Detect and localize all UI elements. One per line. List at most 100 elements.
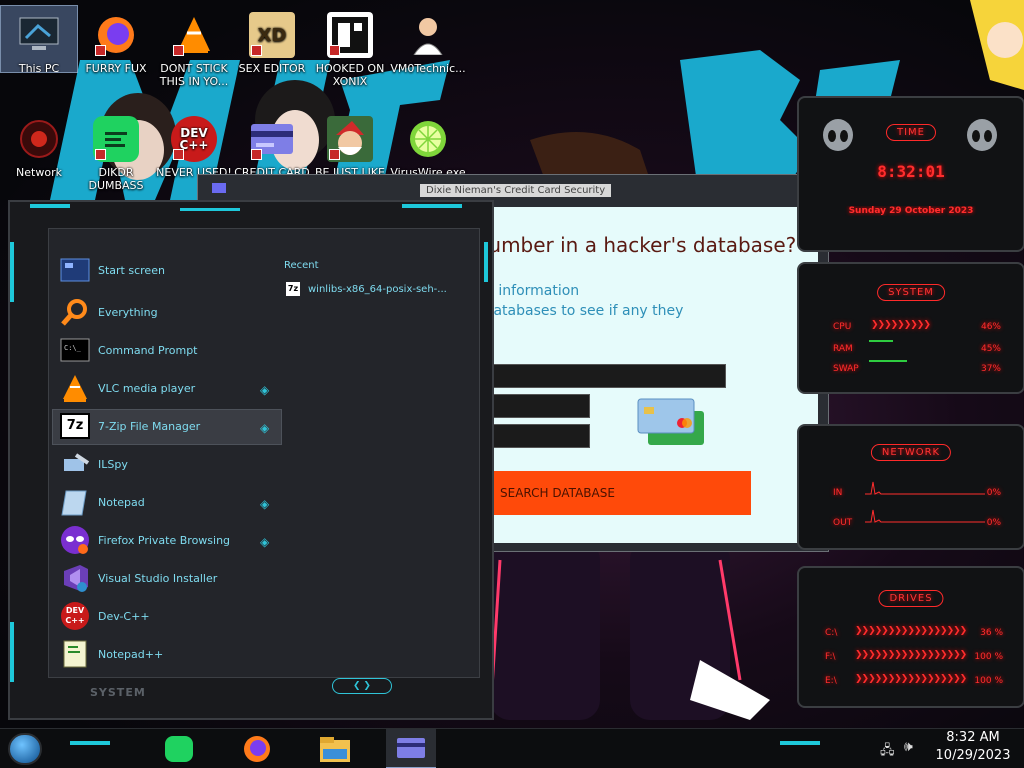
start-menu: Recent 7z winlibs-x86_64-posix-seh-... S… <box>8 200 494 720</box>
chat-icon <box>93 116 139 162</box>
system-gadget: SYSTEM CPU ❯❯❯❯❯❯❯❯❯ 46% RAM 45% SWAP 37… <box>797 262 1024 394</box>
alien-head-icon <box>967 119 997 151</box>
start-item-notepad[interactable]: Notepad <box>60 486 145 518</box>
network-gadget: NETWORK IN 0% OUT 0% <box>797 424 1024 550</box>
desktop-icon-never-used[interactable]: DEV C++ NEVER USED! <box>156 110 232 179</box>
desktop-icon-dont-stick[interactable]: DONT STICK THIS IN YO... <box>156 6 232 88</box>
desktop-icon-vm0technic[interactable]: VM0Technic... <box>390 6 466 75</box>
cpu-label: CPU <box>833 322 852 332</box>
start-item-command-prompt[interactable]: C:\_ Command Prompt <box>60 334 198 366</box>
drive-c-meter: ❯❯❯❯❯❯❯❯❯❯❯❯❯❯❯❯❯ <box>855 626 967 636</box>
drive-e-value: 100 % <box>974 676 1003 686</box>
frame-accent <box>10 622 14 682</box>
desktop-icon-viruswire[interactable]: VirusWire.exe <box>390 110 466 179</box>
start-item-vlc[interactable]: VLC media player <box>60 372 195 404</box>
recent-header: Recent <box>284 260 319 271</box>
start-button[interactable] <box>8 733 42 765</box>
start-menu-nav-buttons[interactable]: ❮ ❯ <box>332 678 392 694</box>
7zip-icon: 7z <box>60 411 90 441</box>
drive-c-label: C:\ <box>825 628 838 638</box>
window-titlebar[interactable]: Dixie Nieman's Credit Card Security <box>198 175 828 199</box>
start-item-label: VLC media player <box>98 381 196 395</box>
devcpp-icon: DEV C++ <box>60 601 90 631</box>
desktop-icon-credit-card[interactable]: CREDIT CARD <box>234 110 310 179</box>
start-item-notepadpp[interactable]: Notepad++ <box>60 638 163 670</box>
desktop-icon-label: FURRY FUX <box>85 62 147 75</box>
xonix-icon <box>327 12 373 58</box>
file-explorer-icon <box>320 737 350 762</box>
desktop-icon-label: DONT STICK THIS IN YO... <box>159 62 229 88</box>
taskbar-accent <box>70 741 110 745</box>
desktop-icon-network[interactable]: Network <box>1 110 77 179</box>
desktop-icon-label: VM0Technic... <box>390 62 466 75</box>
ram-meter <box>869 340 893 342</box>
desktop-icon-hooked-on-xonix[interactable]: HOOKED ON XONIX <box>312 6 388 88</box>
svg-text:C:\_: C:\_ <box>64 344 82 352</box>
start-menu-footer: SYSTEM <box>90 686 146 699</box>
start-item-visual-studio-installer[interactable]: Visual Studio Installer <box>60 562 217 594</box>
network-tray-icon[interactable]: 🖧 <box>880 741 895 763</box>
drives-gadget: DRIVES C:\ ❯❯❯❯❯❯❯❯❯❯❯❯❯❯❯❯❯ 36 % F:\ ❯❯… <box>797 566 1024 708</box>
alien-head-icon <box>823 119 853 151</box>
start-item-firefox-private[interactable]: Firefox Private Browsing <box>60 524 230 556</box>
time-gadget: TIME 8:32:01 Sunday 29 October 2023 <box>797 96 1024 252</box>
pin-icon[interactable]: ◈ <box>260 535 274 549</box>
recent-item[interactable]: 7z winlibs-x86_64-posix-seh-... <box>286 282 447 296</box>
start-item-start-screen[interactable]: Start screen <box>60 254 165 286</box>
network-icon <box>16 116 62 162</box>
taskbar-clock[interactable]: 8:32 AM 10/29/2023 <box>928 729 1018 765</box>
shortcut-arrow-icon <box>251 45 262 56</box>
taskbar-app-chat[interactable] <box>154 729 204 768</box>
firefox-icon <box>244 736 270 762</box>
frame-accent <box>30 204 70 208</box>
notepadpp-icon <box>60 639 90 669</box>
terminal-icon: C:\_ <box>60 335 90 365</box>
xd-icon: XD <box>249 12 295 58</box>
monitor-icon <box>16 12 62 58</box>
desktop-icon-dikdr[interactable]: DIKDR DUMBASS <box>78 110 154 192</box>
drive-f-value: 100 % <box>974 652 1003 662</box>
desktop-icon-sex-editor[interactable]: XD SEX EDITOR <box>234 6 310 75</box>
start-item-label: Command Prompt <box>98 343 198 357</box>
cpu-value: 46% <box>980 322 1001 332</box>
start-item-7zip[interactable]: 7z 7-Zip File Manager <box>60 410 200 442</box>
shortcut-arrow-icon <box>251 149 262 160</box>
pin-icon[interactable]: ◈ <box>260 421 274 435</box>
start-item-ilspy[interactable]: ILSpy <box>60 448 128 480</box>
santa-icon <box>327 116 373 162</box>
desktop-icon-be-just-like[interactable]: BE JUST LIKE <box>312 110 388 179</box>
desktop-icon-label: DIKDR DUMBASS <box>88 166 144 192</box>
taskbar-app-file-explorer[interactable] <box>310 729 360 768</box>
drive-e-label: E:\ <box>825 676 837 686</box>
pin-icon[interactable]: ◈ <box>260 383 274 397</box>
network-graph <box>865 481 985 523</box>
start-item-devcpp[interactable]: DEV C++ Dev-C++ <box>60 600 150 632</box>
net-in-value: 0% <box>986 488 1001 498</box>
window-title: Dixie Nieman's Credit Card Security <box>420 184 612 197</box>
taskbar-app-firefox[interactable] <box>232 729 282 768</box>
time-gadget-header: TIME <box>885 124 937 141</box>
start-item-everything[interactable]: Everything <box>60 296 158 328</box>
start-item-label: Start screen <box>98 263 165 277</box>
pin-icon[interactable]: ◈ <box>260 497 274 511</box>
shortcut-arrow-icon <box>329 149 340 160</box>
frame-accent <box>402 204 462 208</box>
start-item-label: Firefox Private Browsing <box>98 533 231 547</box>
gadget-clock: 8:32:01 <box>877 162 945 181</box>
drive-f-label: F:\ <box>825 652 836 662</box>
private-browsing-icon <box>60 525 90 555</box>
devcpp-icon: DEV C++ <box>171 116 217 162</box>
frame-accent <box>180 208 240 211</box>
start-item-label: Notepad <box>98 495 145 509</box>
ram-value: 45% <box>980 344 1001 354</box>
recent-item-label: winlibs-x86_64-posix-seh-... <box>308 283 447 295</box>
desktop-icon-furry-fux[interactable]: FURRY FUX <box>78 6 154 75</box>
net-out-value: 0% <box>986 518 1001 528</box>
desktop-icon-this-pc[interactable]: This PC <box>0 5 78 75</box>
drive-c-value: 36 % <box>980 628 1003 638</box>
taskbar-app-credit-card[interactable] <box>386 729 436 768</box>
desktop-icon-label: This PC <box>18 62 60 75</box>
ram-label: RAM <box>833 344 853 354</box>
drive-f-meter: ❯❯❯❯❯❯❯❯❯❯❯❯❯❯❯❯❯ <box>855 650 967 660</box>
volume-icon[interactable]: 🕪 <box>904 739 913 755</box>
